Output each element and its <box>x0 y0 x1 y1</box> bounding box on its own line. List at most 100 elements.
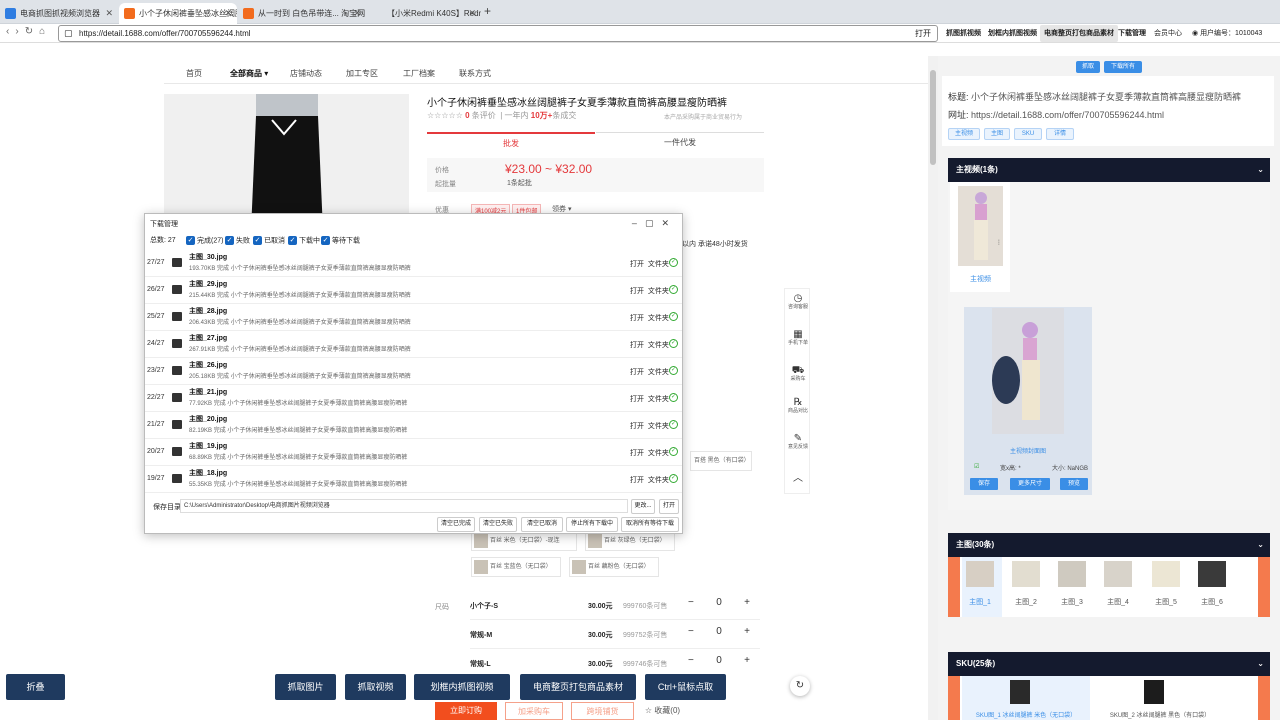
chip-video[interactable]: 主视频 <box>948 128 980 140</box>
filter-waiting[interactable]: ✓ 等待下载 <box>321 236 360 246</box>
sidebar-item-feedback[interactable]: ✎ 意见反馈 <box>785 433 811 451</box>
tab-product[interactable]: 小个子休闲裤垂坠感冰丝阔腿裤子✕ <box>119 3 237 24</box>
open-folder-button[interactable]: 文件夹 <box>648 423 669 430</box>
grab-button[interactable]: 抓取 <box>1076 61 1100 73</box>
checkbox-icon[interactable]: ☑ <box>974 463 979 470</box>
sidebar-item-service[interactable]: ◷ 咨询客服 <box>785 293 811 311</box>
open-file-button[interactable]: 打开 <box>630 261 644 268</box>
minimize-icon[interactable]: – <box>632 218 645 228</box>
back-to-top-button[interactable]: ︿ <box>785 473 811 484</box>
nav-home[interactable]: 首页 <box>186 68 202 79</box>
ctrl-click-grab-button[interactable]: Ctrl+鼠标点取 <box>645 674 726 700</box>
new-tab-button[interactable]: + <box>484 4 491 18</box>
member-center-button[interactable]: 会员中心 <box>1150 25 1186 42</box>
filter-failed[interactable]: ✓ 失败 <box>225 236 250 246</box>
box-grab-media-button[interactable]: 划框内抓图视频 <box>414 674 510 700</box>
grab-videos-button[interactable]: 抓取视频 <box>345 674 406 700</box>
stop-all-button[interactable]: 停止所有下载中 <box>566 517 618 532</box>
collapse-button[interactable]: 折叠 <box>6 674 65 700</box>
quantity-input[interactable]: 0 <box>716 626 722 637</box>
main-image-thumb[interactable] <box>1012 561 1040 587</box>
filter-cancelled[interactable]: ✓ 已取消 <box>253 236 285 246</box>
open-folder-button[interactable]: 文件夹 <box>648 369 669 376</box>
main-image-thumb[interactable] <box>1152 561 1180 587</box>
quantity-input[interactable]: 0 <box>716 655 722 666</box>
tab-redmi[interactable]: 【小米Redmi K40S】Redmi K40:✕ <box>367 3 481 24</box>
chip-main[interactable]: 主图 <box>984 128 1010 140</box>
open-folder-button[interactable]: 文件夹 <box>648 315 669 322</box>
sku-section-header[interactable]: SKU(25条) ⌄ <box>948 652 1270 676</box>
grab-image-video-button[interactable]: 抓图抓视频 <box>942 25 985 42</box>
chevron-down-icon[interactable]: ⌄ <box>1257 652 1264 676</box>
close-icon[interactable]: ✕ <box>661 218 677 228</box>
nav-contact[interactable]: 联系方式 <box>459 68 491 79</box>
cover-more-sizes-button[interactable]: 更多尺寸 <box>1010 478 1050 490</box>
swatch-black[interactable]: 百搭 黑色（有口袋） <box>690 451 752 471</box>
order-now-button[interactable]: 立即订购 <box>435 702 497 720</box>
minus-button[interactable]: − <box>688 626 694 637</box>
swatch-green[interactable]: 百丝 灰绿色（无口袋） <box>585 531 675 551</box>
sku-thumb[interactable] <box>1144 680 1164 704</box>
home-icon[interactable]: ⌂ <box>39 26 51 37</box>
chip-detail[interactable]: 详情 <box>1046 128 1074 140</box>
open-folder-button[interactable]: 文件夹 <box>648 288 669 295</box>
reload-icon[interactable]: ↻ <box>25 26 39 37</box>
checkbox-icon[interactable]: ✓ <box>186 236 195 245</box>
cover-save-button[interactable]: 保存 <box>970 478 998 490</box>
open-folder-button[interactable]: 文件夹 <box>648 396 669 403</box>
download-all-button[interactable]: 下载所有 <box>1104 61 1142 73</box>
refresh-float-icon[interactable]: ↻ <box>790 676 810 696</box>
main-images-section-header[interactable]: 主图(30条) ⌄ <box>948 533 1270 557</box>
plus-button[interactable]: + <box>744 655 750 666</box>
scroll-left-handle[interactable] <box>948 676 960 720</box>
cover-image[interactable] <box>992 308 1064 434</box>
chevron-down-icon[interactable]: ⌄ <box>1257 158 1264 182</box>
cross-border-button[interactable]: 跨境铺货 <box>571 702 634 720</box>
swatch-beige[interactable]: 百丝 米色（无口袋）-现连 <box>471 531 577 551</box>
open-file-button[interactable]: 打开 <box>630 450 644 457</box>
maximize-icon[interactable]: ▢ <box>645 218 662 228</box>
open-folder-button[interactable]: 文件夹 <box>648 450 669 457</box>
sidebar-item-cart[interactable]: ⛟ 采购车 <box>785 365 811 383</box>
clear-done-button[interactable]: 清空已完成 <box>437 517 475 532</box>
sku-thumb[interactable] <box>1010 680 1030 704</box>
open-file-button[interactable]: 打开 <box>630 342 644 349</box>
open-file-button[interactable]: 打开 <box>630 477 644 484</box>
close-icon[interactable]: ✕ <box>353 3 361 24</box>
chip-sku[interactable]: SKU <box>1014 128 1042 140</box>
plus-button[interactable]: + <box>744 626 750 637</box>
open-folder-button[interactable]: 文件夹 <box>648 342 669 349</box>
main-image-thumb[interactable] <box>1104 561 1132 587</box>
open-file-button[interactable]: 打开 <box>630 288 644 295</box>
close-icon[interactable]: ✕ <box>468 3 476 24</box>
close-icon[interactable]: ✕ <box>224 3 232 24</box>
clear-cancelled-button[interactable]: 清空已取消 <box>521 517 563 532</box>
cover-preview-button[interactable]: 预览 <box>1060 478 1088 490</box>
nav-store-news[interactable]: 店铺动态 <box>290 68 322 79</box>
favorite-button[interactable]: ☆ 收藏(0) <box>640 702 685 720</box>
pack-page-materials-button[interactable]: 电商整页打包商品素材 <box>520 674 636 700</box>
tab-app[interactable]: 电商抓图抓视频浏览器 ✕ <box>0 3 118 24</box>
change-dir-button[interactable]: 更改... <box>631 499 655 514</box>
review-label[interactable]: 条评价 <box>472 111 496 120</box>
scroll-left-handle[interactable] <box>948 557 960 617</box>
main-image-thumb[interactable] <box>1058 561 1086 587</box>
tab-taobao[interactable]: 从一时到 白色吊带连... 淘宝网 ✕ <box>238 3 366 24</box>
page-scrollbar[interactable] <box>928 56 938 720</box>
open-dir-button[interactable]: 打开 <box>659 499 679 514</box>
pack-page-button[interactable]: 电商整页打包商品素材 <box>1040 25 1118 42</box>
main-image-thumb[interactable] <box>1198 561 1226 587</box>
tab-dropship[interactable]: 一件代发 <box>596 132 764 152</box>
checkbox-icon[interactable]: ✓ <box>321 236 330 245</box>
minus-button[interactable]: − <box>688 597 694 608</box>
filter-done[interactable]: ✓ 完成(27) <box>186 236 223 246</box>
open-file-button[interactable]: 打开 <box>630 315 644 322</box>
close-icon[interactable]: ✕ <box>105 3 113 24</box>
checkbox-icon[interactable]: ✓ <box>288 236 297 245</box>
open-folder-button[interactable]: 文件夹 <box>648 261 669 268</box>
clear-failed-button[interactable]: 清空已失败 <box>479 517 517 532</box>
open-file-button[interactable]: 打开 <box>630 396 644 403</box>
filter-downloading[interactable]: ✓ 下载中 <box>288 236 320 246</box>
video-section-header[interactable]: 主视频(1条) ⌄ <box>948 158 1270 182</box>
plus-button[interactable]: + <box>744 597 750 608</box>
